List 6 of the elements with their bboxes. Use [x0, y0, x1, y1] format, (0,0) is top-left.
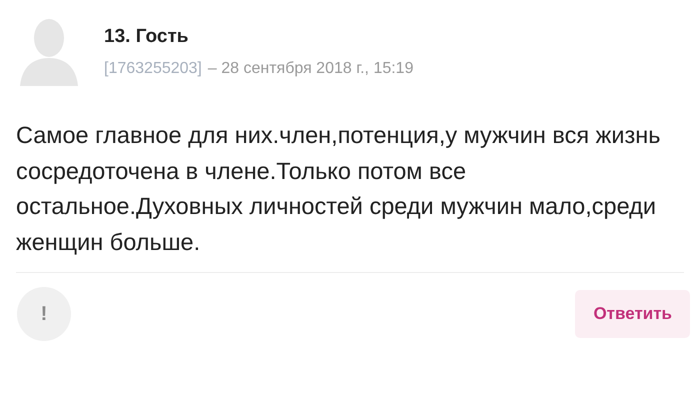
author-name: 13. Гость [104, 26, 190, 48]
reply-button[interactable]: Ответить [575, 290, 690, 338]
comment-text: Самое главное для них.член,потенция,у мужчин вся жизнь сосредоточена в члене.Только потом все остальное.Духовных личностей среди мужчин мало,среди женщин больше. [16, 121, 662, 257]
report-button[interactable]: ! [17, 287, 71, 341]
comment-id: [1763255203] [104, 60, 202, 78]
comment-date: – 28 сентября 2018 г., 15:19 [208, 60, 414, 78]
